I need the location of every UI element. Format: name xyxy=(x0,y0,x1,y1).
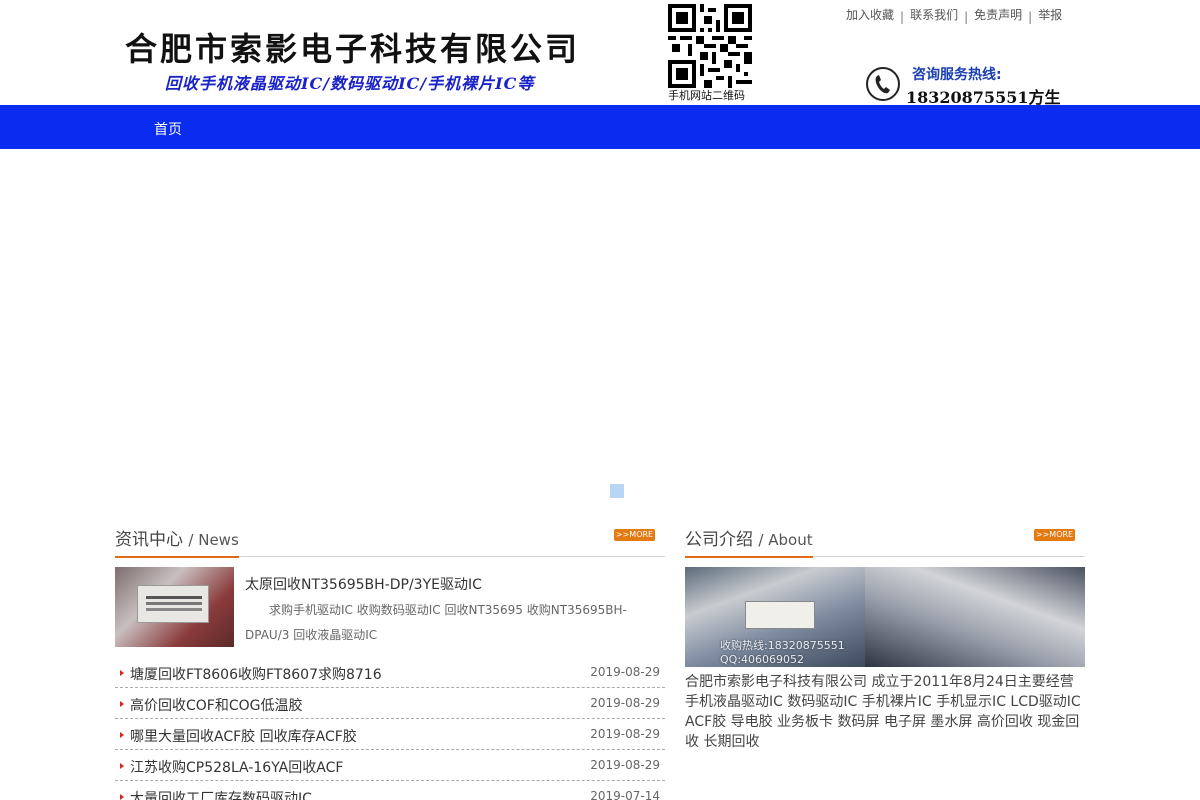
news-list: 塘厦回收FT8606收购FT8607求购8716 2019-08-29 高价回收… xyxy=(115,657,665,800)
contact-us-link[interactable]: 联系我们 xyxy=(904,6,964,24)
list-item: 江苏收购CP528LA-16YA回收ACF 2019-08-29 xyxy=(115,750,665,781)
about-text: 合肥市索影电子科技有限公司 成立于2011年8月24日主要经营手机液晶驱动IC … xyxy=(685,674,1081,750)
list-item: 哪里大量回收ACF胶 回收库存ACF胶 2019-08-29 xyxy=(115,719,665,750)
nav-item-home[interactable]: 首页 xyxy=(154,119,182,139)
news-more-button[interactable]: >>MORE xyxy=(614,529,655,541)
about-section-header: 公司介绍 / About >>MORE xyxy=(685,525,1085,558)
disclaimer-link[interactable]: 免责声明 xyxy=(968,6,1028,24)
qr-code-image xyxy=(668,4,752,88)
phone-icon xyxy=(866,67,900,101)
site-header: 合肥市索影电子科技有限公司 回收手机液晶驱动IC/数码驱动IC/手机裸片IC等 … xyxy=(0,0,1200,107)
news-item-title[interactable]: 江苏收购CP528LA-16YA回收ACF xyxy=(130,757,343,777)
about-title-en: / About xyxy=(758,531,813,549)
list-item: 高价回收COF和COG低温胶 2019-08-29 xyxy=(115,688,665,719)
news-section-header: 资讯中心 / News >>MORE xyxy=(115,525,665,558)
top-links: 加入收藏 | 联系我们 | 免责声明 | 举报 xyxy=(840,6,1068,24)
news-title-en: / News xyxy=(188,531,239,549)
about-company-image: 收购热线:18320875551 QQ:406069052 xyxy=(685,567,1085,667)
news-item-title[interactable]: 高价回收COF和COG低温胶 xyxy=(130,695,303,715)
hotline-label: 咨询服务热线: xyxy=(912,67,1002,83)
news-item-date: 2019-08-29 xyxy=(590,758,660,772)
list-item: 塘厦回收FT8606收购FT8607求购8716 2019-08-29 xyxy=(115,657,665,688)
qr-caption: 手机网站二维码 xyxy=(668,89,745,102)
about-title-cn: 公司介绍 xyxy=(685,530,753,550)
news-item-date: 2019-07-14 xyxy=(590,789,660,800)
about-section-title: 公司介绍 / About xyxy=(685,525,813,558)
featured-news-image[interactable] xyxy=(115,567,234,647)
news-item-date: 2019-08-29 xyxy=(590,727,660,741)
image-watermark: 收购热线:18320875551 QQ:406069052 xyxy=(720,639,845,666)
news-section-title: 资讯中心 / News xyxy=(115,525,239,558)
company-slogan: 回收手机液晶驱动IC/数码驱动IC/手机裸片IC等 xyxy=(165,74,535,93)
bullet-icon xyxy=(120,763,124,769)
news-item-date: 2019-08-29 xyxy=(590,665,660,679)
news-item-title[interactable]: 哪里大量回收ACF胶 回收库存ACF胶 xyxy=(130,726,357,746)
main-nav: 首页 xyxy=(0,105,1200,149)
news-item-title[interactable]: 大量回收工厂库存数码驱动IC xyxy=(130,788,312,800)
about-more-button[interactable]: >>MORE xyxy=(1034,529,1075,541)
banner-slide-indicator[interactable] xyxy=(610,484,624,498)
bullet-icon xyxy=(120,701,124,707)
featured-news-desc: 求购手机驱动IC 收购数码驱动IC 回收NT35695 收购NT35695BH-… xyxy=(245,603,627,642)
bullet-icon xyxy=(120,732,124,738)
report-link[interactable]: 举报 xyxy=(1032,6,1068,24)
news-item-date: 2019-08-29 xyxy=(590,696,660,710)
hero-banner xyxy=(0,149,1200,504)
bullet-icon xyxy=(120,670,124,676)
add-favorite-link[interactable]: 加入收藏 xyxy=(840,6,900,24)
bullet-icon xyxy=(120,794,124,800)
news-item-title[interactable]: 塘厦回收FT8606收购FT8607求购8716 xyxy=(130,664,382,684)
news-title-cn: 资讯中心 xyxy=(115,530,183,550)
featured-news-title[interactable]: 太原回收NT35695BH-DP/3YE驱动IC xyxy=(245,574,482,594)
company-logo-title[interactable]: 合肥市索影电子科技有限公司 xyxy=(125,24,580,70)
list-item: 大量回收工厂库存数码驱动IC 2019-07-14 xyxy=(115,781,665,800)
